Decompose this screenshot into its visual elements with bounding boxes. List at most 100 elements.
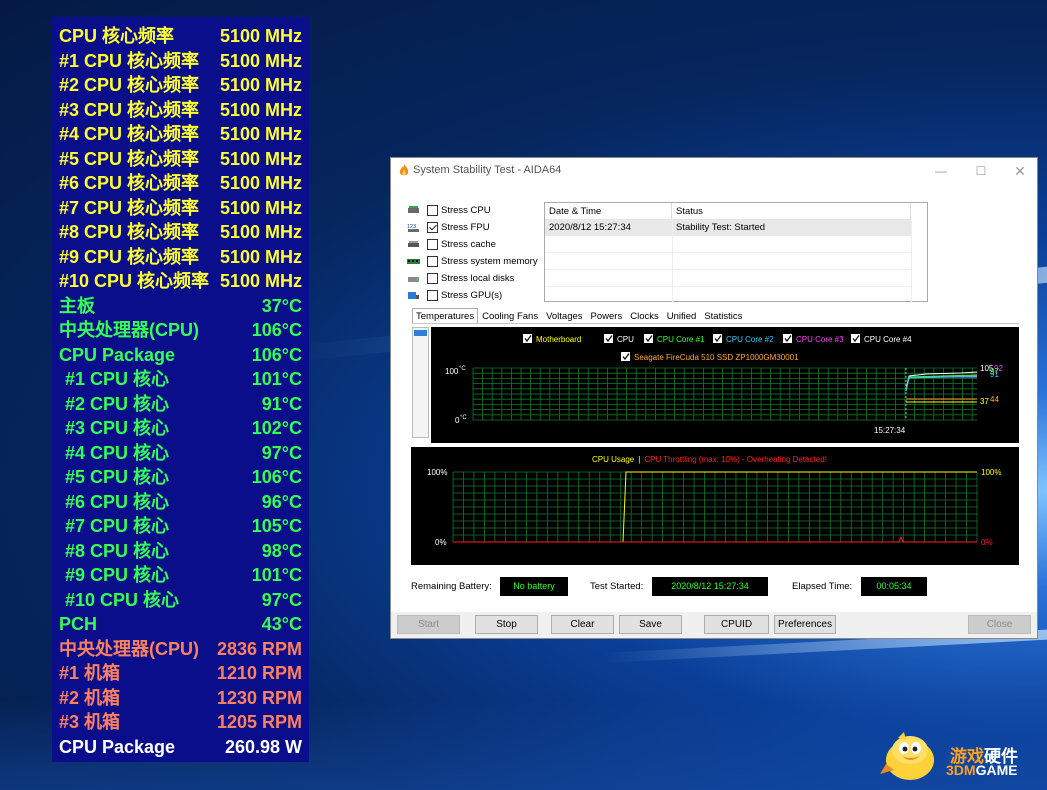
stress-option-label[interactable]: Stress CPU xyxy=(441,205,491,216)
stress-option-label[interactable]: Stress GPU(s) xyxy=(441,290,502,301)
osd-sensor-label: #3 机箱 xyxy=(59,712,121,732)
tab-voltages[interactable]: Voltages xyxy=(542,308,586,324)
series-end-value: 37 xyxy=(980,397,989,406)
start-button[interactable]: Start xyxy=(397,615,460,634)
stress-option[interactable]: Stress system memory xyxy=(407,253,538,269)
osd-sensor-label: #4 CPU 核心 xyxy=(65,442,170,463)
osd-sensor-value: 5100 MHz xyxy=(219,26,302,46)
osd-sensor-label: #10 CPU 核心频率 xyxy=(59,271,210,291)
osd-sensor-value: 2836 RPM xyxy=(216,638,302,659)
osd-sensor-value: 91°C xyxy=(261,393,302,414)
save-button[interactable]: Save xyxy=(619,615,682,634)
osd-sensor-row: CPU Package 260.98 W xyxy=(59,735,302,760)
osd-sensor-label: #4 CPU 核心频率 xyxy=(59,124,200,144)
table-cell-status[interactable]: Stability Test: Started xyxy=(672,220,911,236)
stress-option-label[interactable]: Stress cache xyxy=(441,239,496,250)
osd-sensor-label: 中央处理器(CPU) xyxy=(59,320,199,340)
checkbox[interactable] xyxy=(427,238,438,250)
osd-sensor-value: 260.98 W xyxy=(224,736,302,757)
tab-unified[interactable]: Unified xyxy=(663,308,701,324)
remaining-battery-value: No battery xyxy=(500,577,568,596)
cache-icon xyxy=(407,239,420,250)
watermark-en-part: GAME xyxy=(975,762,1018,778)
osd-sensor-value: 1205 RPM xyxy=(216,712,302,732)
stress-option-label[interactable]: Stress FPU xyxy=(441,222,490,233)
aida64-flame-icon xyxy=(399,164,409,176)
aida64-stability-window[interactable]: System Stability Test - AIDA64 — ☐ ✕ Str… xyxy=(390,157,1038,639)
sensor-list-panel[interactable] xyxy=(412,327,429,438)
y-axis-top-value: 100% xyxy=(427,468,447,477)
throttling-warning: CPU Throttling (max: 10%) - Overheating … xyxy=(644,455,827,464)
osd-sensor-value: 5100 MHz xyxy=(219,148,302,169)
checkbox[interactable] xyxy=(427,272,438,284)
legend-label: CPU Core #3 xyxy=(796,335,844,344)
osd-sensor-value: 96°C xyxy=(261,491,302,512)
stress-option-label[interactable]: Stress local disks xyxy=(441,273,514,284)
column-divider xyxy=(911,220,912,302)
osd-sensor-row: #9 CPU 核心频率 5100 MHz xyxy=(59,245,302,270)
osd-sensor-value: 101°C xyxy=(251,565,302,585)
sensor-list-selection[interactable] xyxy=(414,330,427,336)
temperature-chart-grid xyxy=(472,367,977,421)
osd-sensor-value: 5100 MHz xyxy=(219,173,302,193)
series-end-value: 91 xyxy=(990,370,999,379)
osd-sensor-label: #2 CPU 核心频率 xyxy=(59,75,200,95)
cpuid-button[interactable]: CPUID xyxy=(704,615,769,634)
osd-sensor-label: #2 CPU 核心 xyxy=(65,393,170,414)
close-button[interactable]: Close xyxy=(968,615,1031,634)
osd-sensor-row: #7 CPU 核心频率 5100 MHz xyxy=(59,196,302,221)
sensor-tab-strip: Temperatures Cooling Fans Voltages Powers Cl… xyxy=(412,308,746,324)
sensor-osd-panel: CPU 核心频率 5100 MHz #1 CPU 核心频率 5100 MHz #2 CP… xyxy=(52,17,309,762)
osd-sensor-row: #3 机箱 1205 RPM xyxy=(59,710,302,735)
osd-sensor-row: #10 CPU 核心频率 5100 MHz xyxy=(59,269,302,294)
osd-sensor-row: #1 机箱 1210 RPM xyxy=(59,661,302,686)
column-divider xyxy=(672,220,673,302)
tab-strip-border xyxy=(412,323,1019,324)
osd-sensor-value: 1210 RPM xyxy=(216,663,302,683)
3dmgame-watermark: 游戏硬件 3DMGAME xyxy=(880,730,1040,784)
osd-sensor-value: 5100 MHz xyxy=(219,50,302,71)
osd-sensor-value: 5100 MHz xyxy=(219,271,302,291)
table-cell-datetime[interactable]: 2020/8/12 15:27:34 xyxy=(545,220,672,236)
close-window-button[interactable]: ✕ xyxy=(1005,161,1035,181)
tab-temperatures[interactable]: Temperatures xyxy=(412,308,479,324)
osd-sensor-row: #2 CPU 核心 91°C xyxy=(59,392,302,417)
osd-sensor-value: 43°C xyxy=(261,614,302,634)
maximize-button[interactable]: ☐ xyxy=(966,161,996,181)
checkbox[interactable] xyxy=(427,221,438,233)
preferences-button[interactable]: Preferences xyxy=(774,615,836,634)
window-title: System Stability Test - AIDA64 xyxy=(413,164,562,176)
stress-option[interactable]: Stress cache xyxy=(407,236,496,252)
osd-sensor-label: #1 机箱 xyxy=(59,663,121,683)
stress-option-label[interactable]: Stress system memory xyxy=(441,256,538,267)
stress-option[interactable]: 123 Stress FPU xyxy=(407,219,490,235)
stress-option[interactable]: Stress GPU(s) xyxy=(407,287,502,303)
legend-label: Motherboard xyxy=(536,335,581,344)
osd-sensor-row: 中央处理器(CPU) 2836 RPM xyxy=(59,637,302,662)
osd-sensor-value: 5100 MHz xyxy=(219,124,302,144)
clear-button[interactable]: Clear xyxy=(551,615,614,634)
tab-statistics[interactable]: Statistics xyxy=(700,308,746,324)
minimize-button[interactable]: — xyxy=(926,161,956,181)
stop-button[interactable]: Stop xyxy=(475,615,538,634)
osd-sensor-label: CPU Package xyxy=(59,344,176,365)
osd-sensor-value: 106°C xyxy=(251,344,302,365)
column-header-datetime[interactable]: Date & Time xyxy=(545,203,672,220)
checkbox[interactable] xyxy=(427,289,438,301)
column-header-status[interactable]: Status xyxy=(672,203,911,220)
status-log-table[interactable]: Date & Time Status 2020/8/12 15:27:34 St… xyxy=(544,202,928,302)
usage-chart-title: CPU Usage | CPU Throttling (max: 10%) - Ov… xyxy=(592,455,827,464)
stress-option[interactable]: Stress local disks xyxy=(407,270,514,286)
title-bar[interactable]: System Stability Test - AIDA64 — ☐ ✕ xyxy=(391,158,1037,184)
checkbox[interactable] xyxy=(427,255,438,267)
tab-powers[interactable]: Powers xyxy=(587,308,627,324)
stress-option[interactable]: Stress CPU xyxy=(407,202,491,218)
tab-clocks[interactable]: Clocks xyxy=(626,308,663,324)
osd-sensor-row: 中央处理器(CPU) 106°C xyxy=(59,318,302,343)
cpu-chip-icon xyxy=(407,205,420,216)
tab-cooling-fans[interactable]: Cooling Fans xyxy=(478,308,542,324)
checkbox[interactable] xyxy=(427,204,438,216)
osd-sensor-label: PCH xyxy=(59,614,98,634)
legend-label: CPU Core #2 xyxy=(726,335,774,344)
osd-sensor-value: 105°C xyxy=(251,516,302,536)
